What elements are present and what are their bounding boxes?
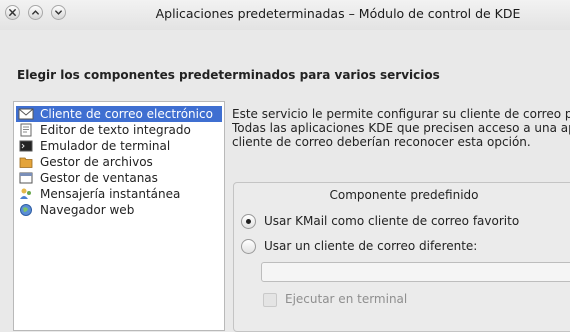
list-item-label: Emulador de terminal (40, 139, 171, 153)
file-manager-icon (18, 155, 34, 169)
description-line: cliente de correo deberían reconocer est… (232, 135, 531, 149)
terminal-icon (18, 139, 34, 153)
text-editor-icon (18, 123, 34, 137)
list-item-label: Navegador web (40, 203, 135, 217)
list-item-label: Editor de texto integrado (40, 123, 191, 137)
list-item-label: Gestor de archivos (40, 155, 153, 169)
run-in-terminal-label: Ejecutar en terminal (285, 292, 408, 306)
kmail-radio[interactable] (241, 214, 256, 229)
list-item-terminal[interactable]: Emulador de terminal (16, 138, 222, 154)
list-item-web-browser[interactable]: Navegador web (16, 202, 222, 218)
other-client-radio[interactable] (241, 239, 256, 254)
page-heading: Elegir los componentes predeterminados p… (17, 68, 440, 82)
service-description: Este servicio le permite configurar su c… (232, 107, 570, 149)
group-title: Componente predefinido (329, 188, 479, 202)
list-item-label: Cliente de correo electrónico (40, 107, 213, 121)
other-client-option-label[interactable]: Usar un cliente de correo diferente: (264, 239, 477, 253)
description-line: Este servicio le permite configurar su c… (232, 107, 570, 121)
web-browser-icon (18, 203, 34, 217)
radio-checked-dot (246, 219, 251, 224)
description-line: Todas las aplicaciones KDE que precisen … (232, 121, 570, 135)
window-titlebar[interactable]: Aplicaciones predeterminadas – Módulo de… (0, 0, 570, 30)
instant-messaging-icon (18, 187, 34, 201)
list-item-instant-messaging[interactable]: Mensajería instantánea (16, 186, 222, 202)
list-item-label: Mensajería instantánea (40, 187, 181, 201)
run-in-terminal-checkbox[interactable] (263, 293, 277, 307)
list-item-file-manager[interactable]: Gestor de archivos (16, 154, 222, 170)
window-manager-icon (18, 171, 34, 185)
window-title: Aplicaciones predeterminadas – Módulo de… (155, 6, 521, 21)
kmail-option-label[interactable]: Usar KMail como cliente de correo favori… (264, 214, 519, 228)
default-component-group: Componente predefinido Usar KMail como c… (233, 182, 570, 332)
list-item-window-manager[interactable]: Gestor de ventanas (16, 170, 222, 186)
list-item-text-editor[interactable]: Editor de texto integrado (16, 122, 222, 138)
list-item-label: Gestor de ventanas (40, 171, 158, 185)
mail-client-icon (18, 107, 34, 121)
email-client-input[interactable] (261, 262, 570, 282)
list-item-email-client[interactable]: Cliente de correo electrónico (16, 106, 222, 122)
component-list[interactable]: Cliente de correo electrónico Editor de … (13, 101, 225, 331)
